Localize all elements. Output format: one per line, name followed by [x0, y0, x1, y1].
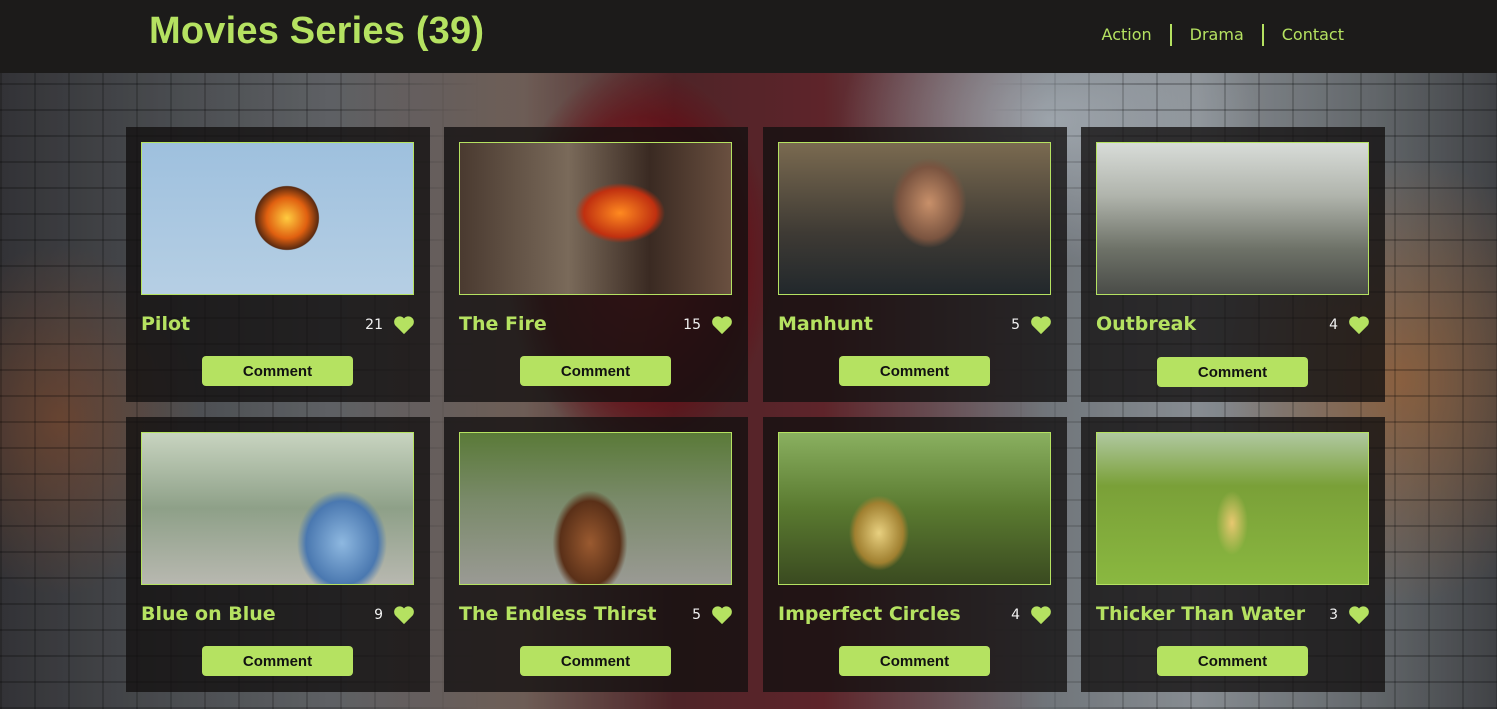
heart-icon[interactable] — [393, 315, 415, 335]
comment-button[interactable]: Comment — [1157, 646, 1308, 676]
episode-thumbnail[interactable] — [459, 142, 732, 295]
movie-card: Imperfect Circles 4 Comment — [763, 417, 1067, 692]
like-counter: 4 — [1329, 315, 1370, 335]
heart-icon[interactable] — [1030, 315, 1052, 335]
episode-thumbnail[interactable] — [141, 432, 414, 585]
episode-title: The Fire — [459, 313, 547, 335]
comment-button[interactable]: Comment — [1157, 357, 1308, 387]
episode-title: Manhunt — [778, 313, 873, 335]
episode-title: The Endless Thirst — [459, 603, 657, 625]
comment-button[interactable]: Comment — [202, 646, 353, 676]
like-count: 9 — [374, 607, 383, 623]
episode-title: Thicker Than Water — [1096, 603, 1306, 625]
like-count: 5 — [1011, 317, 1020, 333]
episode-title: Pilot — [141, 313, 191, 335]
like-count: 15 — [683, 317, 701, 333]
like-counter: 5 — [1011, 315, 1052, 335]
like-count: 21 — [365, 317, 383, 333]
movie-card: Thicker Than Water 3 Comment — [1081, 417, 1385, 692]
main-nav: Action Drama Contact — [1084, 24, 1362, 46]
like-count: 5 — [692, 607, 701, 623]
nav-link-drama[interactable]: Drama — [1172, 24, 1262, 46]
movie-card: Manhunt 5 Comment — [763, 127, 1067, 402]
comment-button[interactable]: Comment — [839, 646, 990, 676]
comment-button[interactable]: Comment — [520, 356, 671, 386]
like-counter: 15 — [683, 315, 733, 335]
like-counter: 9 — [374, 605, 415, 625]
heart-icon[interactable] — [1348, 605, 1370, 625]
comment-button[interactable]: Comment — [520, 646, 671, 676]
movie-card: Blue on Blue 9 Comment — [126, 417, 430, 692]
like-counter: 4 — [1011, 605, 1052, 625]
heart-icon[interactable] — [393, 605, 415, 625]
episode-thumbnail[interactable] — [778, 432, 1051, 585]
site-header: Movies Series (39) Action Drama Contact — [0, 0, 1497, 73]
episode-title: Imperfect Circles — [778, 603, 961, 625]
like-count: 4 — [1011, 607, 1020, 623]
movie-card: Pilot 21 Comment — [126, 127, 430, 402]
like-count: 4 — [1329, 317, 1338, 333]
page-title: Movies Series (39) — [149, 10, 485, 52]
episode-title: Blue on Blue — [141, 603, 276, 625]
nav-link-contact[interactable]: Contact — [1264, 24, 1362, 46]
episode-thumbnail[interactable] — [141, 142, 414, 295]
heart-icon[interactable] — [711, 605, 733, 625]
episode-thumbnail[interactable] — [778, 142, 1051, 295]
episode-thumbnail[interactable] — [1096, 432, 1369, 585]
movie-card: The Fire 15 Comment — [444, 127, 748, 402]
nav-link-action[interactable]: Action — [1084, 24, 1170, 46]
heart-icon[interactable] — [711, 315, 733, 335]
like-count: 3 — [1329, 607, 1338, 623]
episode-thumbnail[interactable] — [1096, 142, 1369, 295]
like-counter: 5 — [692, 605, 733, 625]
movie-card: Outbreak 4 Comment — [1081, 127, 1385, 402]
like-counter: 21 — [365, 315, 415, 335]
episode-title: Outbreak — [1096, 313, 1197, 335]
comment-button[interactable]: Comment — [202, 356, 353, 386]
comment-button[interactable]: Comment — [839, 356, 990, 386]
heart-icon[interactable] — [1030, 605, 1052, 625]
movie-card: The Endless Thirst 5 Comment — [444, 417, 748, 692]
like-counter: 3 — [1329, 605, 1370, 625]
episode-thumbnail[interactable] — [459, 432, 732, 585]
heart-icon[interactable] — [1348, 315, 1370, 335]
